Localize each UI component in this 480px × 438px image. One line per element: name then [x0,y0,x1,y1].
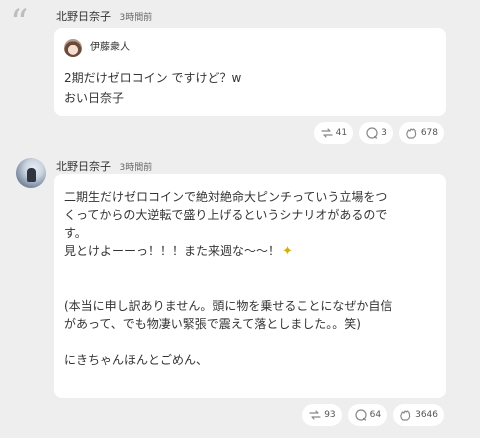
post-2: 北野日奈子 3時間前 二期生だけゼロコインで絶対絶命大ピンチっていう立場をつ く… [0,150,480,438]
author-name[interactable]: 北野日奈子 [56,10,111,23]
repost-button[interactable]: 41 [313,122,354,144]
quoted-author-row: 伊藤衆人 [64,38,436,58]
reaction-icon [405,126,419,140]
reaction-button[interactable]: 3646 [393,404,444,426]
sparkle-icon: ✦ [282,244,293,259]
post-thread-page: “ 北野日奈子 3時間前 伊藤衆人 2期だけゼロコイン ですけど？w おい日奈子 [0,0,480,438]
reaction-button[interactable]: 678 [398,122,444,144]
quoted-author-name[interactable]: 伊藤衆人 [90,39,130,57]
quote-icon: “ [10,3,29,44]
message-line: (本当に申し訳ありません。頭に物を乗せることになぜか自信 [64,299,393,313]
comment-icon [365,126,379,140]
quoted-message-bubble: 伊藤衆人 2期だけゼロコイン ですけど？w おい日奈子 [54,28,446,116]
post-meta: 北野日奈子 3時間前 [56,158,152,174]
comment-button[interactable]: 3 [359,122,393,144]
repost-count: 93 [324,410,336,420]
comment-count: 64 [369,410,382,420]
message-line-with-sparkle: 見とけよーーっ！！！また来週な〜〜！ ✦ [64,242,436,261]
author-name[interactable]: 北野日奈子 [56,160,111,173]
reaction-count: 3646 [415,410,438,420]
post-actions: 41 3 678 [313,122,444,144]
post-time: 3時間前 [119,163,153,173]
message-line [64,333,436,351]
reaction-icon [399,408,413,422]
comment-icon [354,408,368,422]
message-line: にきちゃんほんとごめん、 [64,353,209,367]
repost-icon [308,408,322,422]
repost-button[interactable]: 93 [302,404,342,426]
post-1: “ 北野日奈子 3時間前 伊藤衆人 2期だけゼロコイン ですけど？w おい日奈子 [0,0,480,150]
quoted-author-avatar[interactable] [64,39,82,57]
author-avatar[interactable] [16,158,46,188]
message-line: くってからの大逆転で盛り上げるというシナリオがあるので [64,208,388,222]
reaction-count: 678 [420,128,438,138]
repost-count: 41 [335,128,348,138]
message-line: す。 [64,226,87,240]
message-line [64,279,436,297]
quoted-message-text: 2期だけゼロコイン ですけど？w おい日奈子 [64,68,436,108]
comment-count: 3 [381,128,387,138]
post-meta: 北野日奈子 3時間前 [56,8,152,24]
comment-button[interactable]: 64 [347,404,388,426]
post-actions: 93 64 3646 [302,404,444,426]
message-bubble: 二期生だけゼロコインで絶対絶命大ピンチっていう立場をつ くってからの大逆転で盛り… [54,174,446,398]
message-line: 見とけよーーっ！！！また来週な〜〜！ [64,244,281,258]
post-time: 3時間前 [119,13,153,23]
message-line: おい日奈子 [64,91,125,105]
message-line: 二期生だけゼロコインで絶対絶命大ピンチっていう立場をつ [64,190,388,204]
message-line: 2期だけゼロコイン ですけど？w [64,71,242,85]
message-line: があって、でも物凄い緊張で震えて落としました。。笑) [64,317,361,331]
repost-icon [320,126,334,140]
message-line [64,261,436,279]
